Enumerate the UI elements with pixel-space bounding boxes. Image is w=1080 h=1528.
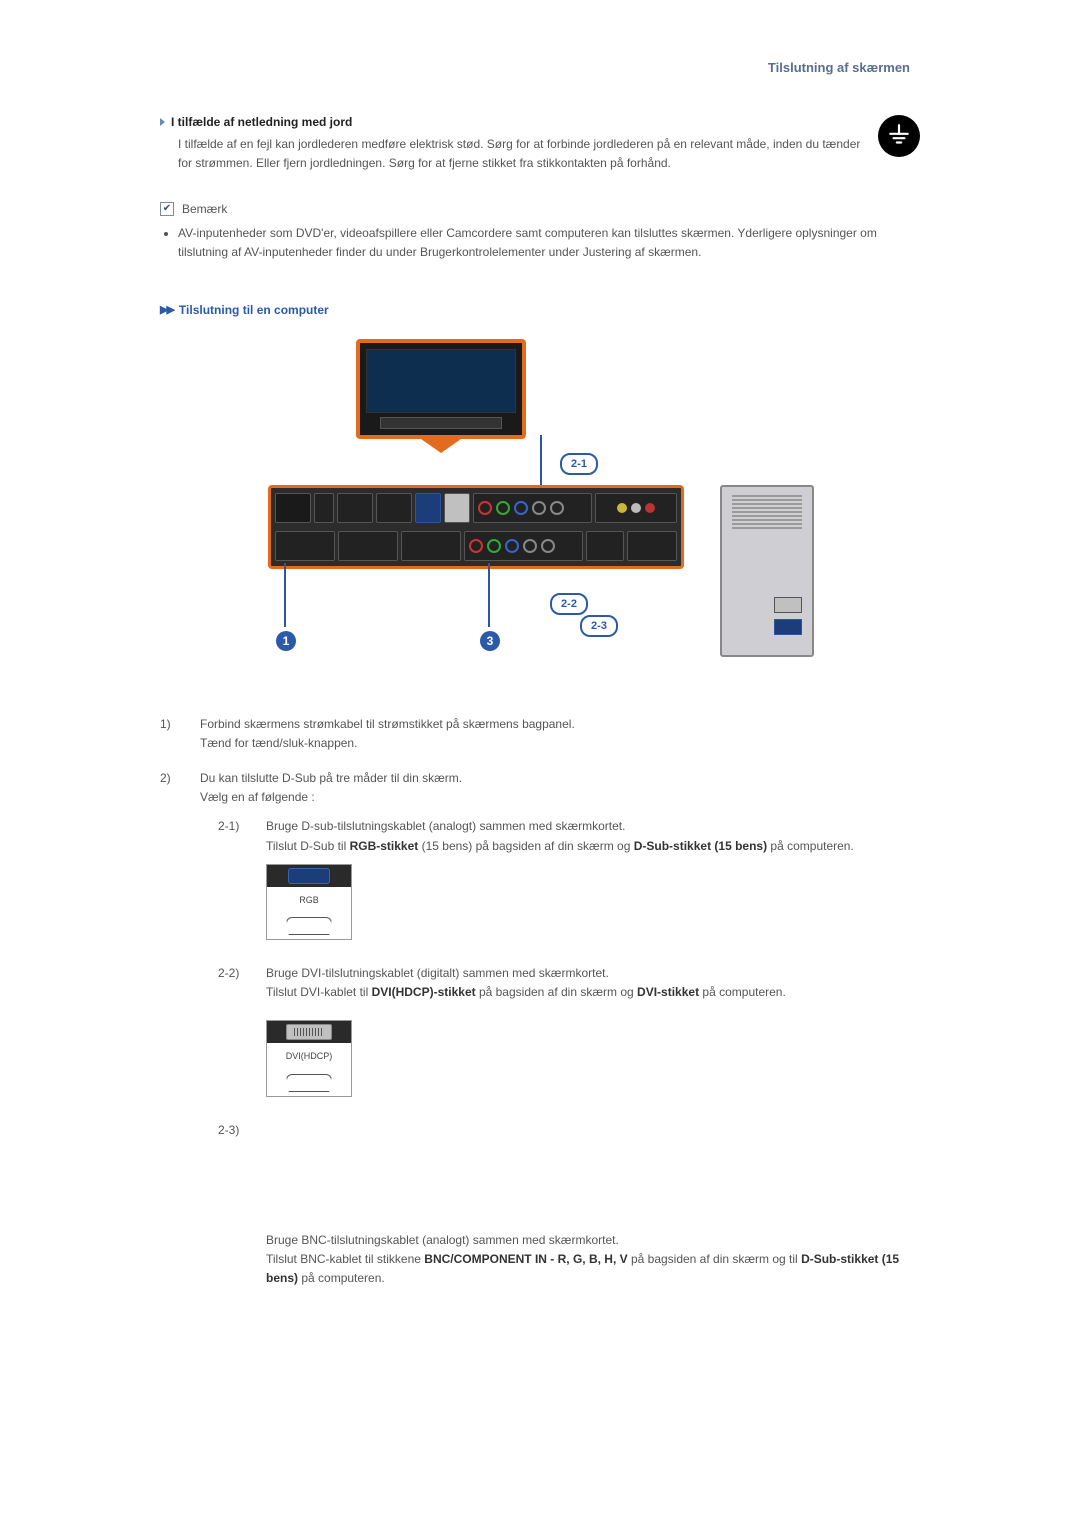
step-text: Du kan tilslutte D-Sub på tre måder til … [200, 769, 920, 788]
section-body-ground: I tilfælde af en fejl kan jordlederen me… [178, 135, 920, 172]
step-2-1: 2-1) Bruge D-sub-tilslutningskablet (ana… [218, 817, 920, 954]
step-text: Forbind skærmens strømkabel til strømsti… [200, 715, 920, 734]
note-label: Bemærk [182, 202, 227, 216]
arrow-bullet-icon [160, 118, 165, 126]
step-number: 2-1) [218, 817, 252, 954]
connector-label: RGB [267, 887, 351, 913]
note-list: AV-inputenheder som DVD'er, videoafspill… [178, 224, 920, 262]
step-number: 2-3) [218, 1121, 252, 1289]
section-heading-text: Tilslutning til en computer [179, 303, 329, 317]
step-text: Tilslut BNC-kablet til stikkene BNC/COMP… [266, 1250, 920, 1288]
check-icon: ✔ [160, 202, 174, 216]
connector-figure-dvi: DVI(HDCP) [266, 1020, 352, 1096]
section-heading-text: I tilfælde af netledning med jord [171, 115, 352, 129]
note-item: AV-inputenheder som DVD'er, videoafspill… [178, 224, 900, 262]
diagram-back-panel [268, 485, 684, 569]
diagram-wire [540, 435, 542, 485]
dvi-port-icon [286, 1024, 332, 1040]
note-row: ✔ Bemærk [160, 202, 920, 216]
diagram-wire [488, 563, 490, 627]
vga-port-icon [288, 868, 330, 884]
step-text: Bruge BNC-tilslutningskablet (analogt) s… [266, 1231, 920, 1250]
callout-2-3: 2-3 [580, 615, 618, 637]
step-2-3: 2-3) Bruge BNC-tilslutningskablet (analo… [218, 1121, 920, 1289]
step-text: Tilslut D-Sub til RGB-stikket (15 bens) … [266, 837, 920, 856]
diagram-pc-tower [720, 485, 814, 657]
page: Tilslutning af skærmen I tilfælde af net… [160, 0, 920, 1390]
page-title: Tilslutning af skærmen [160, 60, 920, 75]
diagram-monitor [356, 339, 526, 439]
connection-diagram: 2-1 [160, 335, 920, 685]
step-2-2: 2-2) Bruge DVI-tilslutningskablet (digit… [218, 964, 920, 1111]
dsub-outline-icon [286, 1074, 332, 1092]
step-text: Vælg en af følgende : [200, 788, 920, 807]
step-text: Tilslut DVI-kablet til DVI(HDCP)-stikket… [266, 983, 920, 1002]
section-heading-computer: ▶▶ Tilslutning til en computer [160, 303, 920, 317]
section-heading-ground: I tilfælde af netledning med jord [160, 115, 866, 129]
callout-2-1: 2-1 [560, 453, 598, 475]
step-1: 1) Forbind skærmens strømkabel til strøm… [160, 715, 920, 753]
callout-3: 3 [480, 631, 500, 651]
step-number: 1) [160, 715, 182, 753]
step-text: Bruge DVI-tilslutningskablet (digitalt) … [266, 964, 920, 983]
double-arrow-icon: ▶▶ [160, 303, 173, 316]
dsub-outline-icon [286, 917, 332, 935]
ground-icon [878, 115, 920, 157]
diagram-wire [284, 563, 286, 627]
callout-2-2: 2-2 [550, 593, 588, 615]
connector-figure-rgb: RGB [266, 864, 352, 940]
step-number: 2-2) [218, 964, 252, 1111]
step-text: Tænd for tænd/sluk-knappen. [200, 734, 920, 753]
step-2: 2) Du kan tilslutte D-Sub på tre måder t… [160, 769, 920, 1294]
step-number: 2) [160, 769, 182, 1294]
step-text: Bruge D-sub-tilslutningskablet (analogt)… [266, 817, 920, 836]
connector-label: DVI(HDCP) [267, 1043, 351, 1069]
callout-1: 1 [276, 631, 296, 651]
